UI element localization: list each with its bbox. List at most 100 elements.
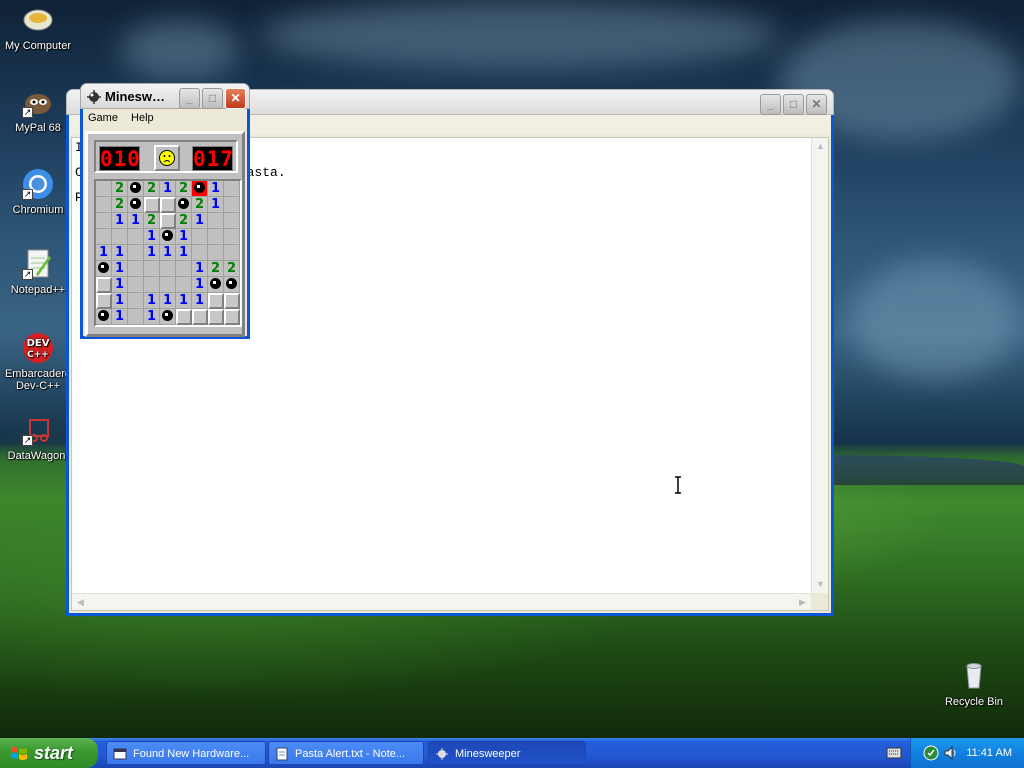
mine-cell[interactable] bbox=[96, 229, 112, 245]
desktop-icon-devcpp[interactable]: DEV C++ Embarcadero Dev-C++ bbox=[0, 332, 76, 392]
mine-cell[interactable] bbox=[144, 261, 160, 277]
mine-cell[interactable]: 1 bbox=[176, 229, 192, 245]
mine-cell[interactable]: 2 bbox=[112, 197, 128, 213]
mine-cell[interactable]: 2 bbox=[144, 181, 160, 197]
mine-cell[interactable]: 1 bbox=[112, 245, 128, 261]
desktop-icon-datawagon[interactable]: ↗ DataWagon. bbox=[0, 414, 76, 462]
mine-cell[interactable] bbox=[208, 277, 224, 293]
mine-cell[interactable] bbox=[128, 261, 144, 277]
mine-cell[interactable] bbox=[192, 181, 208, 197]
mine-cell[interactable] bbox=[160, 309, 176, 325]
menu-help[interactable]: Help bbox=[126, 109, 159, 127]
mine-cell[interactable] bbox=[128, 229, 144, 245]
mine-cell[interactable]: 2 bbox=[176, 213, 192, 229]
mine-cell[interactable]: 1 bbox=[192, 213, 208, 229]
horizontal-scrollbar[interactable]: ◀ ▶ bbox=[72, 593, 811, 610]
mine-cell-unopened[interactable] bbox=[208, 309, 224, 325]
mine-cell[interactable]: 1 bbox=[208, 197, 224, 213]
mine-cell-unopened[interactable] bbox=[192, 309, 208, 325]
mine-cell[interactable] bbox=[224, 245, 240, 261]
mine-cell[interactable]: 2 bbox=[208, 261, 224, 277]
mine-cell[interactable]: 2 bbox=[112, 181, 128, 197]
task-found-new-hardware[interactable]: Found New Hardware... bbox=[106, 741, 266, 765]
scroll-up-arrow-icon[interactable]: ▲ bbox=[812, 138, 829, 155]
close-button[interactable]: ✕ bbox=[806, 94, 827, 115]
mine-cell[interactable]: 1 bbox=[112, 309, 128, 325]
mine-cell[interactable] bbox=[128, 197, 144, 213]
mine-cell[interactable] bbox=[208, 229, 224, 245]
mine-cell[interactable] bbox=[160, 229, 176, 245]
volume-icon[interactable] bbox=[943, 745, 959, 761]
close-button[interactable]: ✕ bbox=[225, 88, 246, 109]
mine-cell[interactable] bbox=[224, 277, 240, 293]
mine-cell[interactable] bbox=[224, 229, 240, 245]
mine-cell-unopened[interactable] bbox=[160, 213, 176, 229]
mine-cell-unopened[interactable] bbox=[96, 277, 112, 293]
mine-cell[interactable] bbox=[96, 261, 112, 277]
mine-cell[interactable]: 1 bbox=[144, 309, 160, 325]
scroll-down-arrow-icon[interactable]: ▼ bbox=[812, 576, 829, 593]
mine-cell[interactable]: 1 bbox=[112, 293, 128, 309]
mine-cell-unopened[interactable] bbox=[224, 309, 240, 325]
mine-cell-unopened[interactable] bbox=[160, 197, 176, 213]
clock[interactable]: 11:41 AM bbox=[966, 738, 1012, 768]
mine-cell[interactable]: 1 bbox=[96, 245, 112, 261]
desktop-icon-mypal[interactable]: ↗ MyPal 68 bbox=[0, 86, 76, 134]
desktop-icon-notepadpp[interactable]: ↗ Notepad++ bbox=[0, 248, 76, 296]
mine-cell[interactable] bbox=[128, 181, 144, 197]
mine-cell[interactable] bbox=[192, 229, 208, 245]
mine-cell[interactable]: 1 bbox=[160, 293, 176, 309]
menu-game[interactable]: Game bbox=[83, 109, 123, 127]
mine-cell[interactable] bbox=[128, 309, 144, 325]
mine-cell[interactable]: 1 bbox=[112, 261, 128, 277]
mine-cell[interactable] bbox=[128, 293, 144, 309]
mine-cell[interactable]: 1 bbox=[144, 293, 160, 309]
desktop-icon-recycle-bin[interactable]: Recycle Bin bbox=[936, 660, 1012, 708]
mine-cell[interactable]: 2 bbox=[192, 197, 208, 213]
mine-cell[interactable] bbox=[96, 213, 112, 229]
task-pasta-alert-notepad[interactable]: Pasta Alert.txt - Note... bbox=[268, 741, 424, 765]
mine-cell[interactable]: 1 bbox=[160, 245, 176, 261]
mine-cell[interactable] bbox=[176, 277, 192, 293]
mine-cell-unopened[interactable] bbox=[96, 293, 112, 309]
mine-cell[interactable]: 2 bbox=[176, 181, 192, 197]
minesweeper-title-bar[interactable]: Minesweeper _ □ ✕ bbox=[80, 83, 250, 109]
reset-face-button[interactable] bbox=[154, 145, 180, 171]
mine-cell[interactable]: 1 bbox=[112, 277, 128, 293]
mine-cell[interactable] bbox=[208, 245, 224, 261]
mine-cell-unopened[interactable] bbox=[208, 293, 224, 309]
desktop-icon-chromium[interactable]: ↗ Chromium bbox=[0, 168, 76, 216]
mine-cell[interactable]: 1 bbox=[144, 245, 160, 261]
task-minesweeper[interactable]: Minesweeper bbox=[428, 741, 586, 765]
mine-cell[interactable] bbox=[224, 197, 240, 213]
mine-cell[interactable] bbox=[144, 277, 160, 293]
mine-cell[interactable]: 1 bbox=[112, 213, 128, 229]
mine-cell-unopened[interactable] bbox=[144, 197, 160, 213]
mine-cell-unopened[interactable] bbox=[224, 293, 240, 309]
desktop-icon-my-computer[interactable]: My Computer bbox=[0, 4, 76, 52]
mine-cell-unopened[interactable] bbox=[176, 309, 192, 325]
mine-cell[interactable] bbox=[96, 181, 112, 197]
mine-cell[interactable] bbox=[128, 245, 144, 261]
minimize-button[interactable]: _ bbox=[760, 94, 781, 115]
mine-cell[interactable]: 1 bbox=[176, 245, 192, 261]
mine-cell[interactable] bbox=[96, 197, 112, 213]
mine-cell[interactable]: 1 bbox=[208, 181, 224, 197]
mine-cell[interactable]: 1 bbox=[176, 293, 192, 309]
mine-cell[interactable] bbox=[96, 309, 112, 325]
start-button[interactable]: start bbox=[0, 738, 98, 768]
maximize-button[interactable]: □ bbox=[783, 94, 804, 115]
scroll-left-arrow-icon[interactable]: ◀ bbox=[72, 594, 89, 611]
mine-cell[interactable]: 2 bbox=[224, 261, 240, 277]
mine-cell[interactable]: 1 bbox=[192, 261, 208, 277]
mine-cell[interactable]: 1 bbox=[160, 181, 176, 197]
resize-grip-icon[interactable] bbox=[811, 593, 828, 610]
mine-cell[interactable]: 1 bbox=[192, 293, 208, 309]
keyboard-icon[interactable] bbox=[886, 746, 902, 760]
maximize-button[interactable]: □ bbox=[202, 88, 223, 109]
vertical-scrollbar[interactable]: ▲ ▼ bbox=[811, 138, 828, 593]
mine-cell[interactable] bbox=[208, 213, 224, 229]
mine-cell[interactable] bbox=[112, 229, 128, 245]
mine-cell[interactable] bbox=[128, 277, 144, 293]
mine-cell[interactable] bbox=[224, 181, 240, 197]
